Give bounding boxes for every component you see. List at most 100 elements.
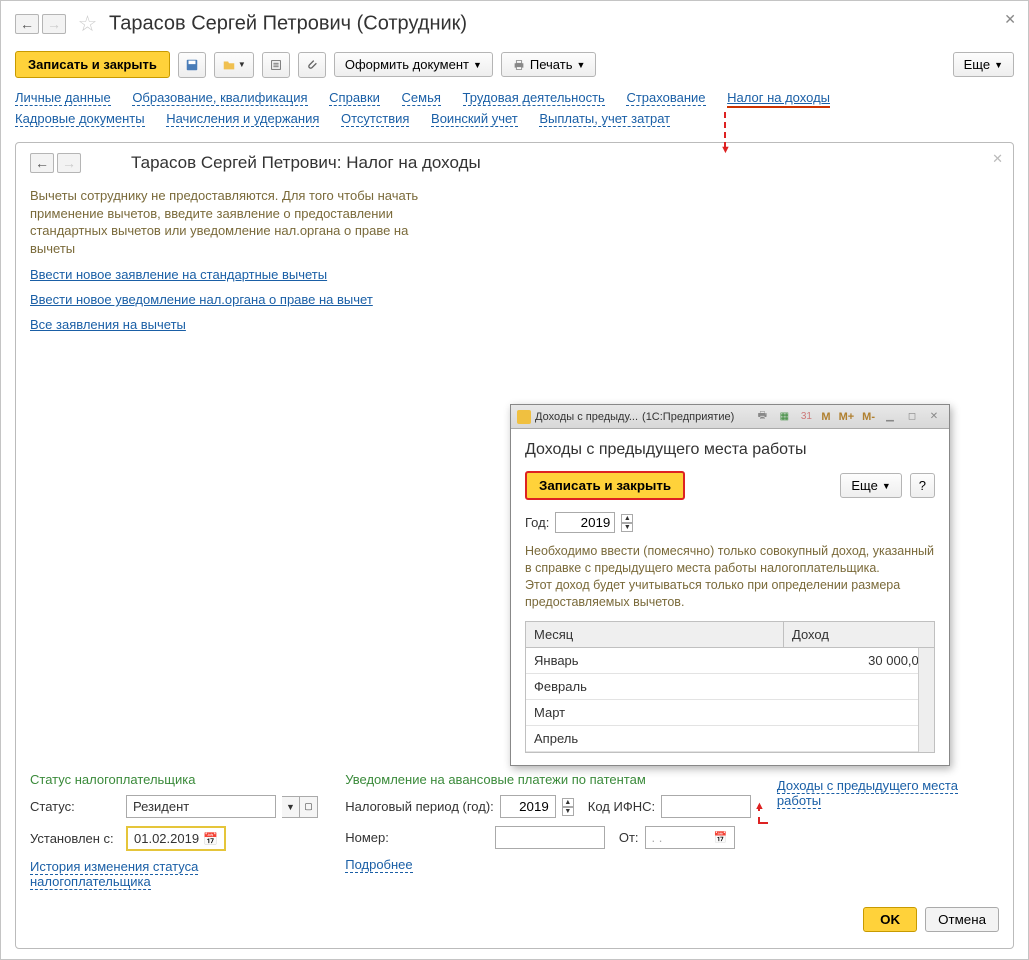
- period-label: Налоговый период (год):: [345, 799, 494, 814]
- calendar-icon[interactable]: 📅: [203, 832, 218, 846]
- setfrom-label: Установлен с:: [30, 831, 120, 846]
- prev-income-link-wrap: Доходы с предыдущего места работы: [777, 772, 999, 808]
- annotation-arrow: [758, 805, 938, 823]
- year-label: Год:: [525, 515, 549, 530]
- from-label: От:: [619, 830, 639, 845]
- status-select[interactable]: Резидент: [126, 795, 276, 818]
- popup-grid-icon[interactable]: ▦: [775, 409, 793, 425]
- ifns-label: Код ИФНС:: [588, 799, 655, 814]
- status-label: Статус:: [30, 799, 120, 814]
- popup-title-2: (1С:Предприятие): [642, 411, 734, 423]
- tab-insurance[interactable]: Страхование: [626, 90, 705, 106]
- cancel-button[interactable]: Отмена: [925, 907, 999, 932]
- tab-personal[interactable]: Личные данные: [15, 90, 111, 106]
- grid-scrollbar[interactable]: [918, 648, 934, 752]
- sub-nav-back[interactable]: ←: [30, 153, 54, 173]
- sub-close-icon[interactable]: ✕: [992, 151, 1003, 167]
- app-icon: [517, 410, 531, 424]
- m-plus-button[interactable]: M+: [837, 411, 857, 423]
- close-icon[interactable]: ✕: [1004, 11, 1016, 28]
- more-button[interactable]: Еще▼: [953, 52, 1014, 77]
- setfrom-date-input[interactable]: 01.02.2019📅: [126, 826, 226, 851]
- tab-payments[interactable]: Выплаты, учет затрат: [539, 111, 670, 127]
- save-close-button[interactable]: Записать и закрыть: [15, 51, 170, 78]
- table-row[interactable]: Январь30 000,00: [526, 648, 934, 674]
- annotation-arrow: [724, 112, 726, 148]
- popup-min-icon[interactable]: ▁: [881, 409, 899, 425]
- ifns-input[interactable]: [661, 795, 751, 818]
- m-minus-button[interactable]: M-: [860, 411, 877, 423]
- col-month: Месяц: [526, 622, 784, 647]
- status-open-btn[interactable]: ▢: [300, 796, 318, 818]
- sub-title: Тарасов Сергей Петрович: Налог на доходы: [131, 153, 481, 173]
- tab-employment[interactable]: Трудовая деятельность: [463, 90, 605, 106]
- table-row[interactable]: Март: [526, 700, 934, 726]
- link-tax-notification[interactable]: Ввести новое уведомление нал.органа о пр…: [30, 292, 373, 307]
- window-header: ← → ☆ Тарасов Сергей Петрович (Сотрудник…: [15, 11, 1014, 37]
- tab-absences[interactable]: Отсутствия: [341, 111, 409, 127]
- tab-income-tax[interactable]: Налог на доходы: [727, 90, 830, 105]
- calendar-icon[interactable]: 📅: [714, 831, 728, 844]
- popup-more-button[interactable]: Еще▼: [840, 473, 901, 498]
- popup-max-icon[interactable]: ◻: [903, 409, 921, 425]
- tab-education[interactable]: Образование, квалификация: [132, 90, 307, 106]
- popup-help-button[interactable]: ?: [910, 473, 935, 498]
- link-standard-deductions[interactable]: Ввести новое заявление на стандартные вы…: [30, 267, 327, 282]
- create-document-button[interactable]: Оформить документ▼: [334, 52, 493, 77]
- patent-details-link[interactable]: Подробнее: [345, 857, 412, 873]
- main-toolbar: Записать и закрыть ▼ Оформить документ▼ …: [15, 51, 1014, 78]
- tab-family[interactable]: Семья: [402, 90, 441, 106]
- m-button[interactable]: M: [819, 411, 832, 423]
- popup-save-close-button[interactable]: Записать и закрыть: [525, 471, 685, 500]
- popup-titlebar: Доходы с предыду... (1С:Предприятие) 🖶 ▦…: [511, 405, 949, 429]
- popup-info-text: Необходимо ввести (помесячно) только сов…: [525, 543, 935, 611]
- save-icon-button[interactable]: [178, 52, 206, 78]
- arrow-head-icon: ▲: [754, 800, 765, 812]
- tab-links: Личные данные Образование, квалификация …: [15, 90, 1014, 126]
- nav-back-button[interactable]: ←: [15, 14, 39, 34]
- list-icon-button[interactable]: [262, 52, 290, 78]
- print-button[interactable]: Печать▼: [501, 52, 597, 77]
- status-history-link[interactable]: История изменения статуса налогоплательщ…: [30, 859, 198, 890]
- ok-button[interactable]: OK: [863, 907, 917, 932]
- popup-calendar-icon[interactable]: 31: [797, 409, 815, 425]
- grid-body: Январь30 000,00 Февраль Март Апрель: [526, 648, 934, 752]
- taxpayer-status-section: Статус налогоплательщика Статус: Резиден…: [30, 772, 321, 889]
- patent-title: Уведомление на авансовые платежи по пате…: [345, 772, 753, 787]
- tab-accruals[interactable]: Начисления и удержания: [166, 111, 319, 127]
- tab-military[interactable]: Воинский учет: [431, 111, 518, 127]
- income-grid: Месяц Доход Январь30 000,00 Февраль Март…: [525, 621, 935, 753]
- annotation-arrow: [758, 822, 768, 824]
- patent-section: Уведомление на авансовые платежи по пате…: [345, 772, 753, 872]
- popup-print-icon[interactable]: 🖶: [753, 409, 771, 425]
- table-row[interactable]: Апрель: [526, 726, 934, 752]
- folder-dropdown-button[interactable]: ▼: [214, 52, 254, 78]
- sub-nav-forward[interactable]: →: [57, 153, 81, 173]
- footer-buttons: OK Отмена: [30, 907, 999, 932]
- period-up[interactable]: ▲: [562, 798, 574, 807]
- table-row[interactable]: Февраль: [526, 674, 934, 700]
- from-date-input[interactable]: . . 📅: [645, 826, 735, 849]
- tab-hr-docs[interactable]: Кадровые документы: [15, 111, 145, 127]
- period-down[interactable]: ▼: [562, 807, 574, 816]
- popup-title-1: Доходы с предыду...: [535, 411, 638, 423]
- number-input[interactable]: [495, 826, 605, 849]
- arrow-head-icon: ▼: [720, 144, 731, 156]
- popup-close-icon[interactable]: ✕: [925, 409, 943, 425]
- number-label: Номер:: [345, 830, 389, 845]
- col-income: Доход: [784, 622, 934, 647]
- tab-refs[interactable]: Справки: [329, 90, 380, 106]
- year-up[interactable]: ▲: [621, 514, 633, 523]
- star-icon[interactable]: ☆: [78, 11, 98, 37]
- nav-forward-button[interactable]: →: [42, 14, 66, 34]
- taxpayer-status-title: Статус налогоплательщика: [30, 772, 321, 787]
- link-all-applications[interactable]: Все заявления на вычеты: [30, 317, 186, 332]
- status-dropdown-btn[interactable]: ▼: [282, 796, 300, 818]
- prev-income-popup: Доходы с предыду... (1С:Предприятие) 🖶 ▦…: [510, 404, 950, 766]
- window-title: Тарасов Сергей Петрович (Сотрудник): [109, 13, 467, 35]
- year-input[interactable]: [555, 512, 615, 533]
- deductions-info: Вычеты сотруднику не предоставляются. Дл…: [30, 187, 430, 257]
- attach-icon-button[interactable]: [298, 52, 326, 78]
- period-input[interactable]: [500, 795, 556, 818]
- year-down[interactable]: ▼: [621, 523, 633, 532]
